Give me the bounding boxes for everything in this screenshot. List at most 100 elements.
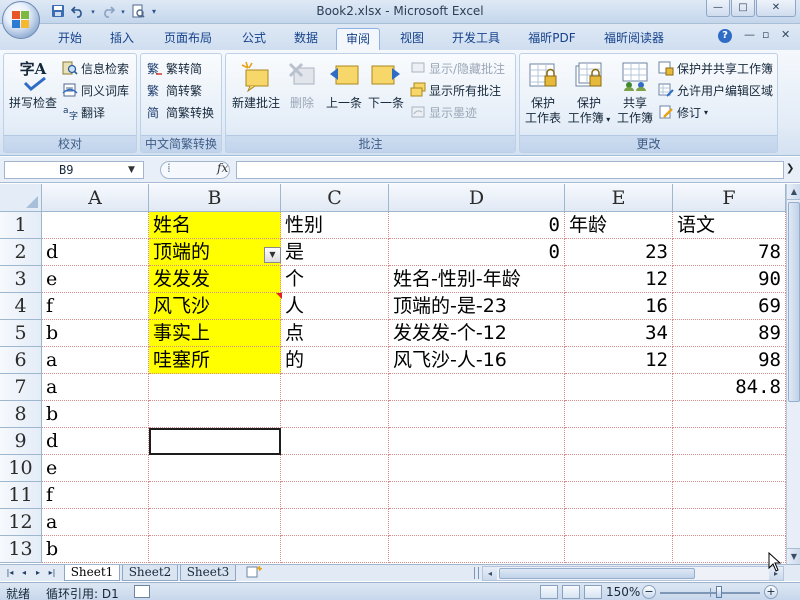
cell-e2[interactable]: 23 — [565, 239, 673, 266]
scroll-down-icon[interactable]: ▼ — [787, 548, 800, 564]
cell-e12[interactable] — [565, 509, 673, 536]
cell-c10[interactable] — [281, 455, 389, 482]
cell-f1[interactable]: 语文 — [673, 212, 786, 239]
tab-formulas[interactable]: 公式 — [232, 28, 276, 50]
previous-comment-button[interactable]: 上一条 — [324, 60, 364, 111]
next-sheet-icon[interactable]: ▸ — [32, 567, 44, 579]
insert-sheet-icon[interactable] — [244, 566, 264, 580]
vertical-scrollbar[interactable]: ▲ ▼ — [786, 184, 800, 564]
cell-e1[interactable]: 年龄 — [565, 212, 673, 239]
spelling-button[interactable]: 字A 拼写检查 — [7, 60, 59, 111]
tab-page-layout[interactable]: 页面布局 — [154, 28, 222, 50]
show-ink-button[interactable]: 显示墨迹 — [410, 102, 477, 122]
cell-f7[interactable]: 84.8 — [673, 374, 786, 401]
sheet-tab-sheet1[interactable]: Sheet1 — [64, 565, 120, 581]
column-header-f[interactable]: F — [673, 184, 786, 212]
page-layout-view-icon[interactable] — [562, 585, 580, 599]
scroll-left-icon[interactable]: ◂ — [483, 567, 497, 580]
cell-b11[interactable] — [149, 482, 281, 509]
share-workbook-button[interactable]: 共享 工作簿 — [614, 60, 656, 126]
last-sheet-icon[interactable]: ▸| — [46, 567, 58, 579]
cell-b8[interactable] — [149, 401, 281, 428]
cell-a12[interactable]: a — [42, 509, 149, 536]
delete-comment-button[interactable]: 删除 — [284, 60, 320, 111]
ribbon-minimize-icon[interactable]: — — [744, 28, 755, 41]
cell-f11[interactable] — [673, 482, 786, 509]
cell-b1[interactable]: 姓名 — [149, 212, 281, 239]
help-button[interactable]: ? — [718, 29, 732, 43]
cell-a8[interactable]: b — [42, 401, 149, 428]
office-button[interactable] — [2, 1, 40, 39]
cell-f4[interactable]: 69 — [673, 293, 786, 320]
tab-developer[interactable]: 开发工具 — [442, 28, 510, 50]
row-header[interactable]: 6 — [0, 347, 42, 374]
row-header[interactable]: 12 — [0, 509, 42, 536]
cell-f3[interactable]: 90 — [673, 266, 786, 293]
cell-f10[interactable] — [673, 455, 786, 482]
zoom-in-icon[interactable]: + — [764, 585, 778, 599]
column-header-c[interactable]: C — [281, 184, 389, 212]
cell-e11[interactable] — [565, 482, 673, 509]
cell-a6[interactable]: a — [42, 347, 149, 374]
cell-a9[interactable]: d — [42, 428, 149, 455]
cell-c13[interactable] — [281, 536, 389, 563]
cell-e4[interactable]: 16 — [565, 293, 673, 320]
dot-handle-icon[interactable]: ⁞ — [167, 161, 171, 175]
cell-f5[interactable]: 89 — [673, 320, 786, 347]
cell-c9[interactable] — [281, 428, 389, 455]
sheet-tab-sheet2[interactable]: Sheet2 — [122, 565, 178, 581]
cell-d10[interactable] — [389, 455, 565, 482]
cell-d4[interactable]: 顶端的-是-23 — [389, 293, 565, 320]
cell-b5[interactable]: 事实上 — [149, 320, 281, 347]
column-header-a[interactable]: A — [42, 184, 149, 212]
zoom-slider-thumb[interactable] — [716, 586, 722, 598]
cell-e6[interactable]: 12 — [565, 347, 673, 374]
vertical-scroll-thumb[interactable] — [788, 202, 800, 402]
cell-f6[interactable]: 98 — [673, 347, 786, 374]
cell-c4[interactable]: 人 — [281, 293, 389, 320]
prev-sheet-icon[interactable]: ◂ — [18, 567, 30, 579]
horizontal-scrollbar[interactable]: ◂ ▸ — [482, 566, 784, 581]
cell-a11[interactable]: f — [42, 482, 149, 509]
minimize-button[interactable]: — — [706, 0, 730, 17]
row-header[interactable]: 1 — [0, 212, 42, 239]
ribbon-close-icon[interactable]: ✕ — [781, 28, 790, 41]
restore-button[interactable]: □ — [731, 0, 755, 17]
row-header[interactable]: 5 — [0, 320, 42, 347]
tab-foxit-pdf[interactable]: 福昕PDF — [520, 28, 584, 50]
scroll-up-icon[interactable]: ▲ — [787, 184, 800, 200]
validation-dropdown-icon[interactable]: ▼ — [264, 247, 281, 263]
track-changes-button[interactable]: 修订 ▾ — [658, 102, 708, 122]
sheet-tab-sheet3[interactable]: Sheet3 — [180, 565, 236, 581]
cell-e3[interactable]: 12 — [565, 266, 673, 293]
select-all-button[interactable] — [0, 184, 42, 212]
cell-b10[interactable] — [149, 455, 281, 482]
cell-e13[interactable] — [565, 536, 673, 563]
protect-sheet-button[interactable]: 保护 工作表 — [522, 60, 564, 126]
cell-f8[interactable] — [673, 401, 786, 428]
cell-d12[interactable] — [389, 509, 565, 536]
cell-a2[interactable]: d — [42, 239, 149, 266]
row-header[interactable]: 9 — [0, 428, 42, 455]
protect-share-button[interactable]: 保护并共享工作簿 — [658, 58, 773, 78]
close-button[interactable]: ✕ — [756, 0, 796, 17]
simp-to-trad-button[interactable]: 繁 简转繁 — [147, 80, 202, 100]
cell-d5[interactable]: 发发发-个-12 — [389, 320, 565, 347]
cell-c7[interactable] — [281, 374, 389, 401]
cell-b13[interactable] — [149, 536, 281, 563]
cell-c5[interactable]: 点 — [281, 320, 389, 347]
cell-e9[interactable] — [565, 428, 673, 455]
cell-d13[interactable] — [389, 536, 565, 563]
column-header-e[interactable]: E — [565, 184, 673, 212]
cell-f2[interactable]: 78 — [673, 239, 786, 266]
cell-c3[interactable]: 个 — [281, 266, 389, 293]
cell-f9[interactable] — [673, 428, 786, 455]
cell-d7[interactable] — [389, 374, 565, 401]
cell-d11[interactable] — [389, 482, 565, 509]
cell-c8[interactable] — [281, 401, 389, 428]
allow-edit-ranges-button[interactable]: 允许用户编辑区域 — [658, 80, 773, 100]
normal-view-icon[interactable] — [540, 585, 558, 599]
tab-home[interactable]: 开始 — [48, 28, 92, 50]
chevron-down-icon[interactable]: ▼ — [128, 165, 135, 175]
row-header[interactable]: 2 — [0, 239, 42, 266]
